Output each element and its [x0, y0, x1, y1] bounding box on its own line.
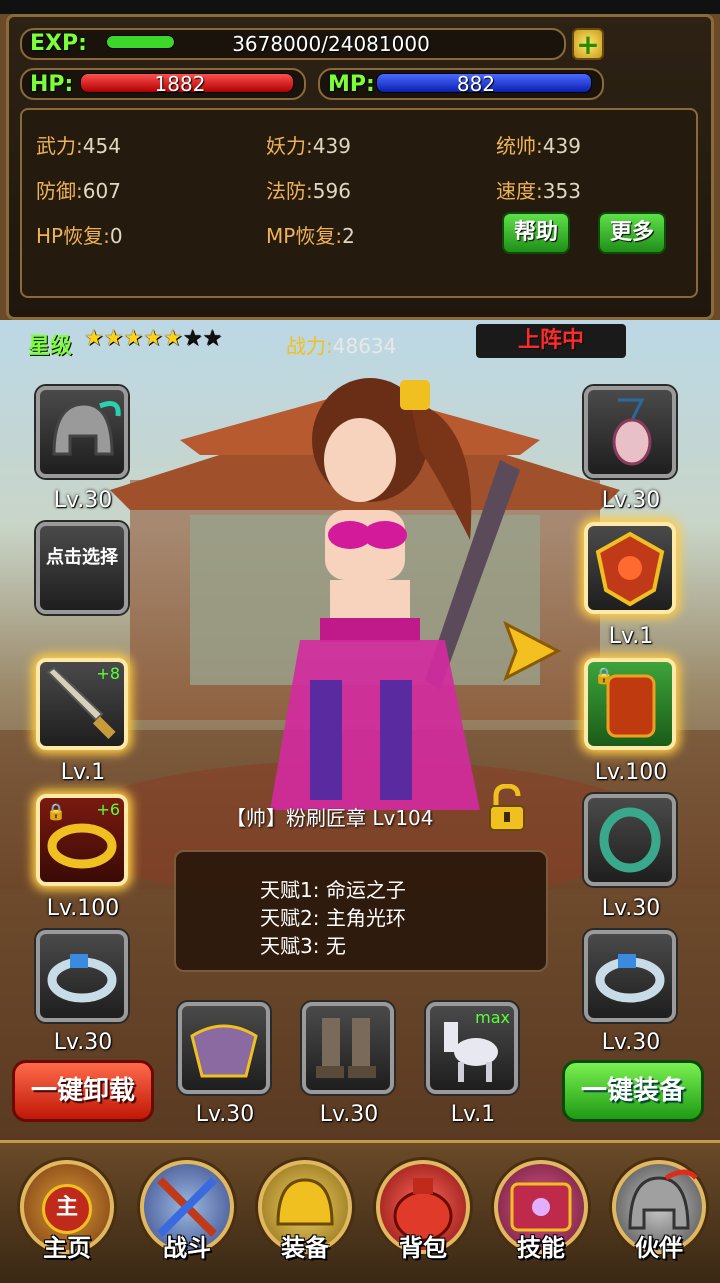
slot-armor-level: Lv.100: [594, 760, 668, 785]
nav-home-label: 主页: [43, 1234, 91, 1262]
select-prompt: 点击选择: [46, 547, 118, 568]
slot-jade-ring-level: Lv.30: [601, 896, 661, 921]
slot-dagger-level: Lv.1: [60, 760, 106, 785]
slot-select[interactable]: 点击选择: [36, 522, 128, 614]
slot-ring-left[interactable]: [36, 930, 128, 1022]
star-empty-icon: ★: [202, 326, 223, 351]
slot-ring-right[interactable]: [584, 930, 676, 1022]
equip-all-button[interactable]: 一键装备: [562, 1060, 704, 1122]
slot-mount[interactable]: max: [426, 1002, 518, 1094]
mp-label: MP:: [328, 72, 375, 97]
stat-command: 统帅:439: [496, 134, 581, 158]
stat-speed: 速度:353: [496, 179, 581, 203]
slot-amulet-level: Lv.30: [601, 488, 661, 513]
deployed-badge: 上阵中: [476, 324, 626, 358]
amulet-icon: [612, 398, 652, 466]
slot-armor[interactable]: 🔒: [584, 658, 676, 750]
slot-bracelet[interactable]: 🔒 +6: [36, 794, 128, 886]
boots-icon: [316, 1018, 376, 1078]
attributes-box: [20, 108, 698, 298]
star-filled-icon: ★: [84, 326, 104, 351]
exp-value: 3678000/24081000: [232, 32, 430, 56]
mount-max-badge: max: [475, 1008, 510, 1027]
stat-demon: 妖力:439: [266, 134, 351, 158]
help-button[interactable]: 帮助: [502, 212, 570, 254]
slot-helmet-level: Lv.30: [53, 488, 113, 513]
slot-mount-level: Lv.1: [450, 1102, 496, 1127]
star-filled-icon: ★: [123, 326, 144, 351]
helmet-icon: [52, 401, 121, 456]
shield-emblem-icon: [595, 531, 665, 607]
talent-1: 天赋1: 命运之子: [260, 878, 406, 902]
slot-shoulder[interactable]: [178, 1002, 270, 1094]
star-rating: ★★★★★★★: [84, 328, 222, 350]
star-filled-icon: ★: [143, 326, 163, 351]
slot-helmet[interactable]: [36, 386, 128, 478]
nav-partner-label: 伙伴: [635, 1234, 683, 1262]
ring-icon: [47, 954, 117, 1003]
next-arrow-icon[interactable]: [500, 620, 562, 682]
slot-jade-ring[interactable]: [584, 794, 676, 886]
slot-dagger[interactable]: +8: [36, 658, 128, 750]
stat-mp-regen: MP恢复:2: [266, 224, 355, 248]
slot-amulet[interactable]: [584, 386, 676, 478]
exp-fill: [106, 35, 175, 49]
more-button[interactable]: 更多: [598, 212, 666, 254]
lock-icon: 🔒: [594, 666, 614, 685]
shoulder-armor-icon: [190, 1024, 258, 1078]
dagger-enhance: +8: [96, 664, 120, 683]
slot-emblem-level: Lv.1: [608, 624, 654, 649]
talent-panel: 天赋1: 命运之子 天赋2: 主角光环 天赋3: 无: [174, 850, 548, 972]
slot-shoulder-level: Lv.30: [195, 1102, 255, 1127]
talent-3: 天赋3: 无: [260, 934, 346, 958]
star-filled-icon: ★: [103, 326, 124, 351]
stat-magic-defense: 法防:596: [266, 179, 351, 203]
nav-battle-label: 战斗: [163, 1234, 211, 1262]
lock-icon: 🔒: [46, 802, 66, 821]
slot-boots-level: Lv.30: [319, 1102, 379, 1127]
slot-ring-left-level: Lv.30: [53, 1030, 113, 1055]
stat-defense: 防御:607: [36, 179, 121, 203]
slot-emblem[interactable]: [584, 522, 676, 614]
bracelet-enhance: +6: [96, 800, 120, 819]
slot-boots[interactable]: [302, 1002, 394, 1094]
star-empty-icon: ★: [182, 326, 203, 351]
jade-ring-icon: [599, 807, 661, 873]
star-rank-label: 星级: [28, 334, 73, 359]
slot-bracelet-level: Lv.100: [46, 896, 120, 921]
unload-all-button[interactable]: 一键卸载: [12, 1060, 154, 1122]
exp-label: EXP:: [30, 31, 87, 56]
slot-ring-right-level: Lv.30: [601, 1030, 661, 1055]
star-filled-icon: ★: [162, 326, 183, 351]
power-display: 战力:48634: [286, 334, 397, 358]
hero-name: 【帅】粉刷匠章 Lv104: [226, 806, 434, 830]
nav-equipment-label: 装备: [281, 1234, 329, 1262]
nav-skills-label: 技能: [517, 1234, 565, 1262]
add-exp-button[interactable]: +: [572, 28, 604, 60]
mp-value: 882: [456, 72, 496, 96]
ring-icon: [595, 954, 665, 1003]
unlock-icon[interactable]: [486, 783, 528, 832]
stat-hp-regen: HP恢复:0: [36, 224, 123, 248]
hp-label: HP:: [30, 72, 74, 97]
talent-2: 天赋2: 主角光环: [260, 906, 406, 930]
hp-value: 1882: [154, 72, 206, 96]
nav-bag-label: 背包: [399, 1234, 447, 1262]
status-bar: [0, 0, 720, 14]
hero-character[interactable]: [200, 360, 530, 830]
stat-attack: 武力:454: [36, 134, 121, 158]
home-emblem-icon: 主: [42, 1184, 92, 1234]
